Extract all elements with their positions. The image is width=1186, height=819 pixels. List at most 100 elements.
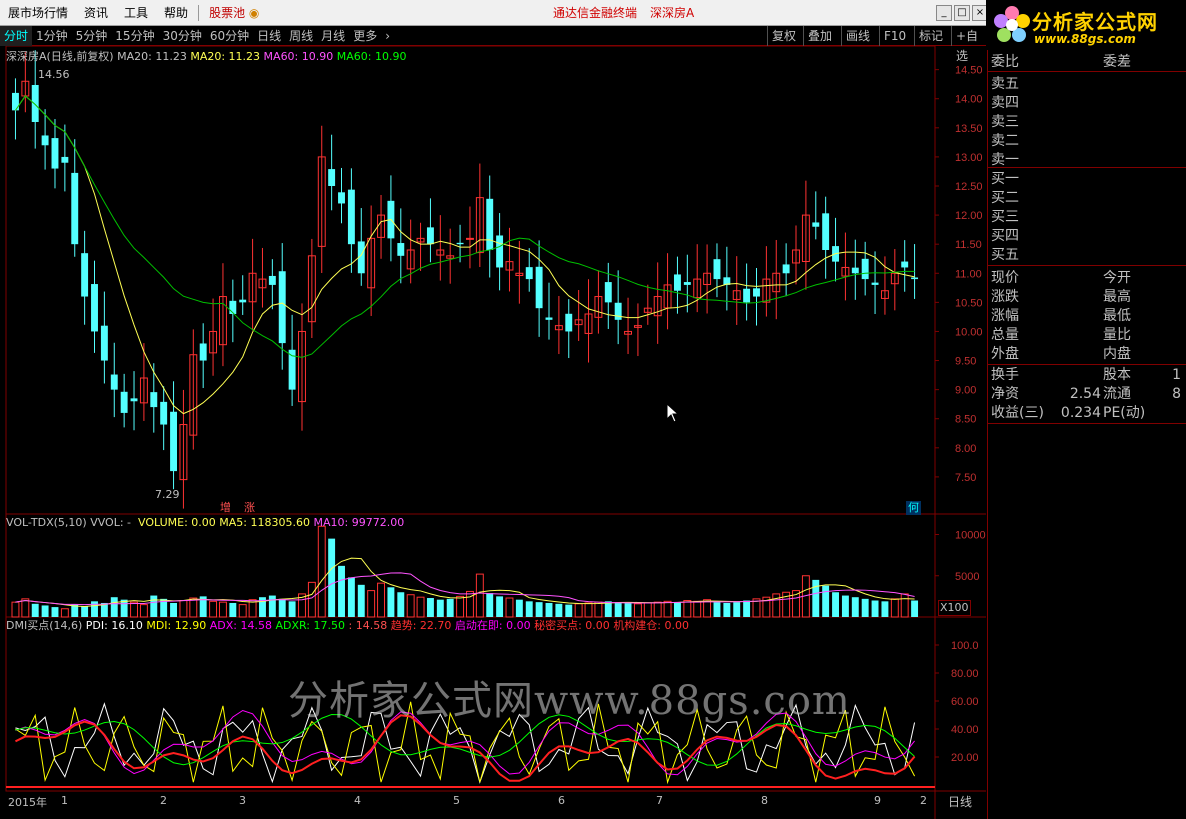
quote-row: 买三 — [991, 208, 1181, 227]
volume-bar — [574, 603, 583, 618]
volume-bar — [328, 538, 336, 617]
volume-bar — [120, 599, 128, 617]
quote-label: 流通 — [1103, 386, 1131, 402]
menu-stock-pool[interactable]: 股票池 ◉ — [201, 0, 267, 26]
volume-bar — [584, 602, 593, 618]
quote-row: 委比 委差 — [991, 53, 1181, 72]
candle-body — [456, 242, 464, 245]
volume-bar — [486, 593, 494, 617]
tab-1min[interactable]: 1分钟 — [32, 26, 72, 46]
quote-row: 涨跌 最高 — [991, 288, 1181, 307]
stock-pool-icon: ◉ — [248, 5, 260, 20]
x-axis-month: 2 — [160, 794, 167, 807]
quote-label: PE(动) — [1103, 405, 1146, 421]
price-legend: 深深房A(日线,前复权) MA20: 11.23 MA20: 11.23 MA6… — [6, 50, 406, 64]
y-tick-label: 14.50 — [955, 65, 983, 77]
quote-label: 涨幅 — [991, 308, 1019, 324]
chevron-right-icon[interactable]: › — [381, 26, 394, 46]
volume-bar — [881, 601, 889, 617]
volume-bar — [387, 587, 395, 617]
volume-bar — [81, 606, 89, 617]
add-watchlist-button[interactable]: +自选 — [951, 26, 986, 63]
stock-pool-label: 股票池 — [209, 5, 246, 20]
flower-logo-icon — [994, 6, 1030, 42]
candle-body — [120, 391, 128, 413]
candle-body — [565, 313, 573, 332]
candle-body — [861, 258, 869, 280]
volume-bar — [515, 599, 523, 617]
volume-bar — [367, 590, 376, 618]
quote-label: 委差 — [1103, 54, 1131, 70]
tab-monthly[interactable]: 月线 — [317, 26, 349, 46]
quote-label: 买二 — [991, 190, 1019, 206]
quote-label: 量比 — [1103, 327, 1131, 343]
mark-button[interactable]: 标记 — [914, 26, 947, 46]
panel-divider — [988, 423, 1186, 424]
overlay-button[interactable]: 叠加 — [803, 26, 836, 46]
volume-bar — [812, 579, 820, 617]
quote-label: 现价 — [991, 270, 1019, 286]
candle-body — [110, 374, 118, 390]
menu-help[interactable]: 帮助 — [156, 0, 196, 26]
volume-bar — [229, 602, 237, 617]
minimize-icon[interactable]: _ — [936, 5, 952, 21]
x-axis-month: 7 — [656, 794, 663, 807]
quote-row: 外盘 内盘 — [991, 345, 1181, 364]
candle-body — [901, 261, 909, 268]
menu-tools[interactable]: 工具 — [116, 0, 156, 26]
candle-body — [51, 138, 59, 169]
candle-body — [91, 284, 98, 332]
dmi-legend-mdi: MDI: 12.90 — [146, 619, 207, 632]
quote-label: 卖三 — [991, 114, 1019, 130]
tab-more[interactable]: 更多 — [349, 26, 381, 46]
candle-body — [160, 401, 168, 425]
dmi-legend-trend: 趋势: 22.70 — [390, 619, 452, 632]
y-tick-label: 13.00 — [955, 152, 983, 164]
tab-intraday[interactable]: 分时 — [0, 25, 33, 46]
y-tick-label: 14.00 — [955, 94, 983, 106]
tab-30min[interactable]: 30分钟 — [159, 26, 206, 46]
volume-bar — [41, 605, 49, 617]
candle-body — [328, 169, 336, 186]
dmi-legend-v1: : 14.58 — [348, 619, 388, 632]
mouse-cursor-icon — [666, 403, 680, 423]
tab-daily[interactable]: 日线 — [253, 26, 285, 46]
period-label[interactable]: 日线 — [948, 793, 972, 810]
maximize-icon[interactable]: □ — [954, 5, 970, 21]
y-tick-label: 13.50 — [955, 123, 983, 135]
volume-bar — [496, 596, 504, 617]
tab-60min[interactable]: 60分钟 — [206, 26, 253, 46]
y-tick-label: 11.00 — [955, 268, 982, 280]
volume-bar — [456, 595, 465, 618]
dmi-legend-inst: 机构建仓: 0.00 — [613, 619, 690, 632]
volume-bar — [179, 600, 188, 618]
quote-row: 卖四 — [991, 94, 1181, 113]
tab-5min[interactable]: 5分钟 — [72, 26, 112, 46]
candle-body — [397, 243, 405, 256]
volume-bar — [11, 601, 20, 618]
dmi-legend-pdi: PDI: 16.10 — [85, 619, 143, 632]
volume-bar — [347, 577, 355, 617]
tab-15min[interactable]: 15分钟 — [111, 26, 158, 46]
candle-body — [851, 267, 859, 274]
quote-row: 卖二 — [991, 132, 1181, 151]
quote-row: 换手 股本 1 — [991, 366, 1181, 385]
volume-bar — [130, 601, 138, 618]
adjust-button[interactable]: 复权 — [767, 26, 800, 46]
volume-bar — [851, 597, 859, 617]
candle-body — [604, 282, 612, 303]
quote-label: 净资 — [991, 386, 1019, 402]
candle-body — [426, 227, 434, 245]
dmi-legend-adxr: ADXR: 17.50 — [275, 619, 345, 632]
f10-button[interactable]: F10 — [879, 26, 910, 46]
tab-weekly[interactable]: 周线 — [285, 26, 317, 46]
candle-body — [199, 343, 207, 361]
candle-body — [31, 84, 39, 122]
volume-bar — [307, 581, 316, 618]
x-axis-month: 6 — [558, 794, 565, 807]
menu-market[interactable]: 展市场行情 — [0, 0, 76, 26]
draw-button[interactable]: 画线 — [841, 26, 874, 46]
volume-bar — [170, 602, 178, 617]
menu-info[interactable]: 资讯 — [76, 0, 116, 26]
candle-body — [71, 172, 79, 245]
